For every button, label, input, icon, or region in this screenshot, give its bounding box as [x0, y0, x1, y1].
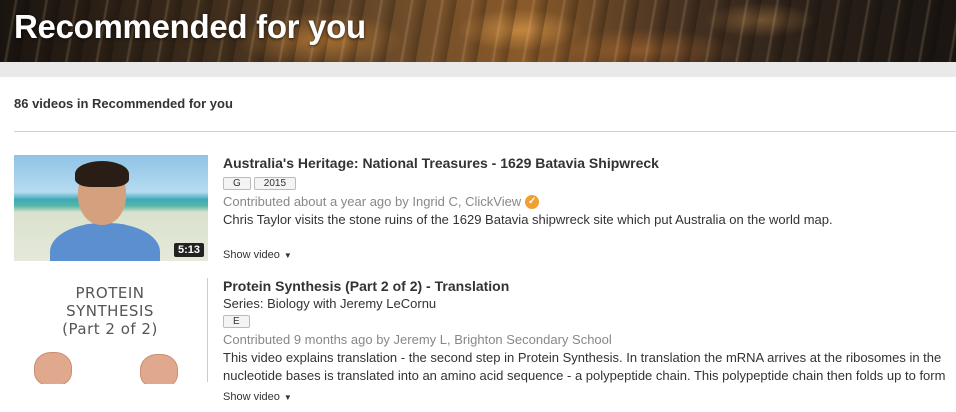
- rating-badge: E: [223, 315, 250, 328]
- series-label: Series: Biology with Jeremy LeCornu: [223, 296, 437, 311]
- show-video-toggle[interactable]: Show video ▼: [223, 391, 292, 403]
- caret-down-icon: ▼: [283, 250, 292, 260]
- video-info: Australia's Heritage: National Treasures…: [223, 155, 956, 229]
- thumbnail-divider: [207, 278, 208, 382]
- rating-badge: G: [223, 177, 251, 190]
- banner-divider-band: [0, 62, 956, 77]
- duration-badge: 5:13: [173, 243, 204, 257]
- video-description-line: nucleotide bases is translated into an a…: [223, 368, 946, 383]
- thumbnail-caption-line: PROTEIN SYNTHESIS: [66, 284, 154, 320]
- contributor-line: Contributed 9 months ago by Jeremy L, Br…: [223, 331, 956, 349]
- badge-list: E: [223, 315, 956, 330]
- video-info: Protein Synthesis (Part 2 of 2) - Transl…: [223, 278, 956, 385]
- presenter-image: [50, 161, 160, 261]
- thumbnail-caption: PROTEIN SYNTHESIS (Part 2 of 2): [40, 284, 180, 338]
- hand-image: [140, 354, 178, 384]
- video-count: 86 videos in Recommended for you: [14, 96, 233, 111]
- year-badge: 2015: [253, 177, 297, 190]
- caret-down-icon: ▼: [283, 392, 292, 402]
- video-description: Chris Taylor visits the stone ruins of t…: [223, 212, 833, 227]
- contributor-text: Contributed about a year ago by Ingrid C…: [223, 194, 522, 209]
- video-description-line: This video explains translation - the se…: [223, 350, 942, 365]
- video-thumbnail[interactable]: 5:13: [14, 155, 208, 261]
- verified-badge-icon: ✓: [525, 195, 540, 209]
- divider: [14, 131, 956, 132]
- video-title-link[interactable]: Australia's Heritage: National Treasures…: [223, 155, 956, 172]
- contributor-text: Contributed 9 months ago by Jeremy L, Br…: [223, 332, 612, 347]
- hand-image: [34, 352, 72, 384]
- show-video-label: Show video: [223, 249, 280, 261]
- contributor-line: Contributed about a year ago by Ingrid C…: [223, 193, 956, 211]
- show-video-label: Show video: [223, 391, 280, 403]
- banner: Recommended for you: [0, 0, 956, 62]
- badge-list: G 2015: [223, 177, 956, 192]
- page-title: Recommended for you: [14, 8, 366, 45]
- show-video-toggle[interactable]: Show video ▼: [223, 249, 292, 261]
- video-thumbnail[interactable]: PROTEIN SYNTHESIS (Part 2 of 2): [14, 278, 208, 384]
- video-title-link[interactable]: Protein Synthesis (Part 2 of 2) - Transl…: [223, 278, 956, 295]
- thumbnail-caption-line: (Part 2 of 2): [62, 320, 158, 338]
